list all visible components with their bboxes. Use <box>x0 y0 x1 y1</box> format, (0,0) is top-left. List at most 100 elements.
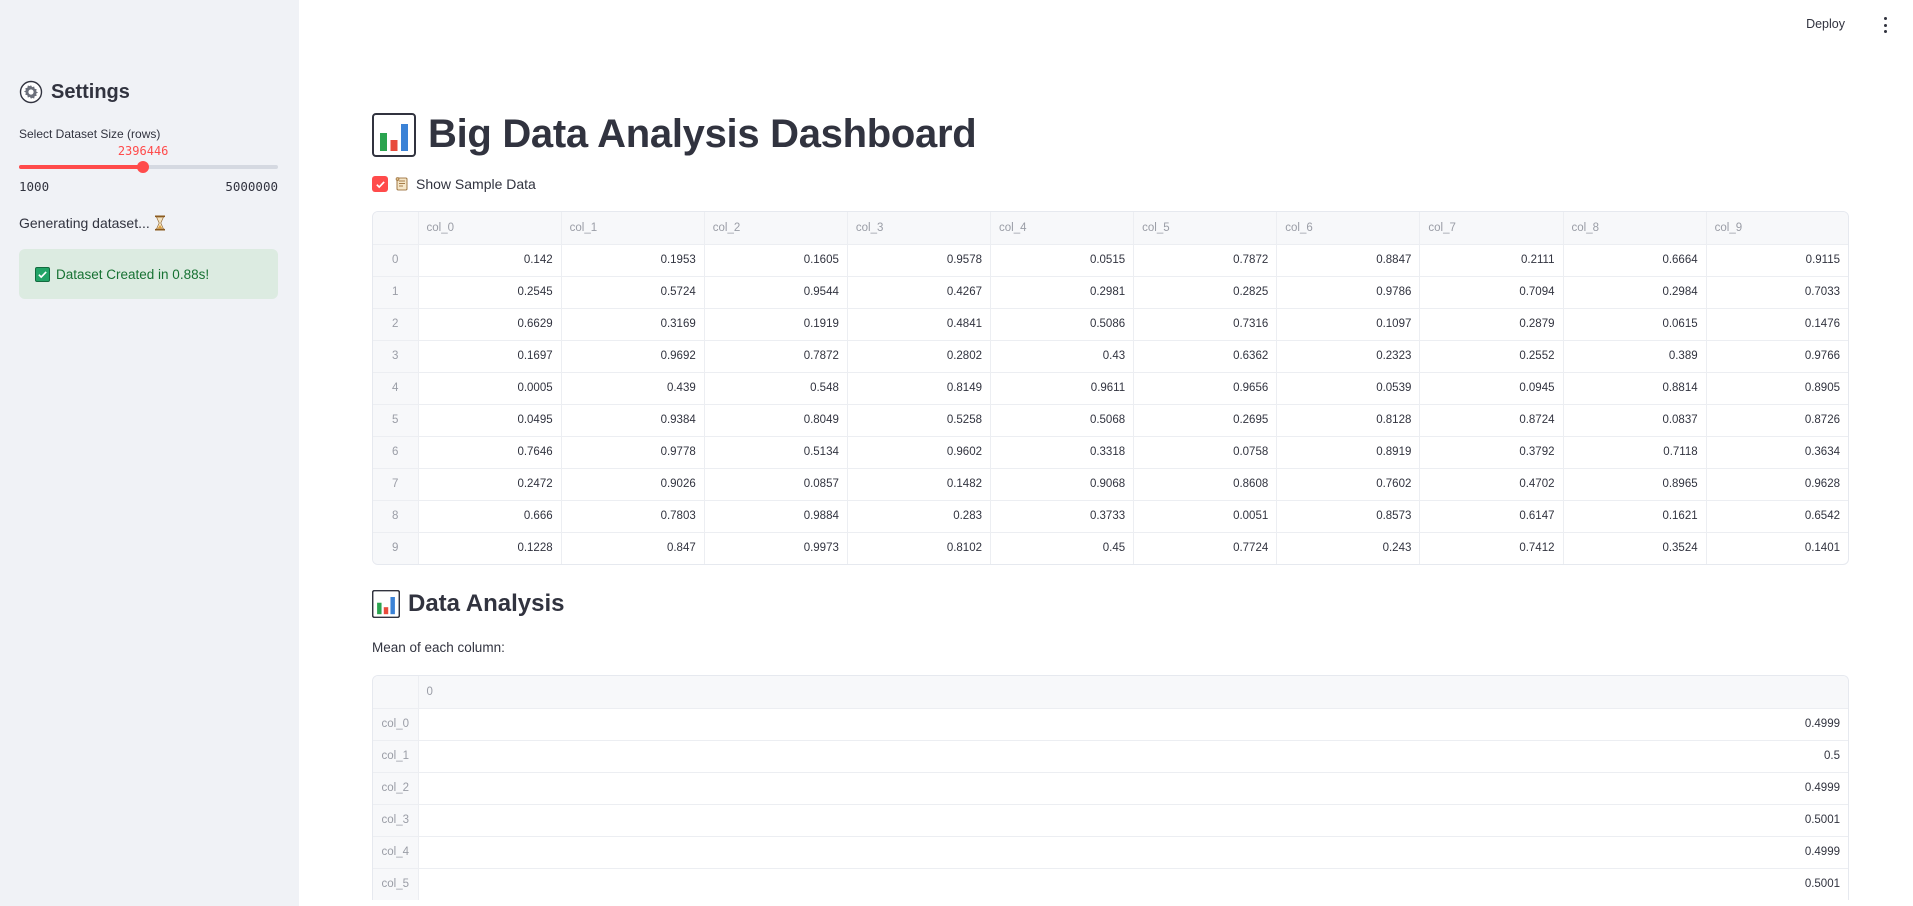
table-cell[interactable]: 0.45 <box>990 532 1135 564</box>
table-cell[interactable]: 0.8965 <box>1563 468 1707 501</box>
table-cell[interactable]: 0.283 <box>847 500 992 533</box>
table-cell[interactable]: 0.8149 <box>847 372 992 405</box>
table-cell[interactable]: 0.2984 <box>1563 276 1707 309</box>
table-cell[interactable]: 0.43 <box>990 340 1135 373</box>
show-sample-checkbox[interactable] <box>372 176 388 192</box>
table-cell[interactable]: 0.0615 <box>1563 308 1707 341</box>
table-cell[interactable]: 0.1482 <box>847 468 992 501</box>
table-cell[interactable]: 0.6629 <box>418 308 562 341</box>
table-cell[interactable]: 0.243 <box>1276 532 1421 564</box>
column-header[interactable]: col_8 <box>1563 212 1707 245</box>
table-cell[interactable]: 0.1097 <box>1276 308 1421 341</box>
table-cell[interactable]: 0.1401 <box>1706 532 1848 564</box>
table-cell[interactable]: 0.5258 <box>847 404 992 437</box>
table-cell[interactable]: 0.2552 <box>1419 340 1564 373</box>
table-cell[interactable]: 0.2472 <box>418 468 562 501</box>
table-cell[interactable]: 0.1919 <box>704 308 848 341</box>
table-cell[interactable]: 0.7412 <box>1419 532 1564 564</box>
table-cell[interactable]: 0.9628 <box>1706 468 1848 501</box>
table-cell[interactable]: 0.3524 <box>1563 532 1707 564</box>
column-header[interactable]: col_4 <box>990 212 1135 245</box>
table-cell[interactable]: 0.7094 <box>1419 276 1564 309</box>
table-cell[interactable]: 0.5086 <box>990 308 1135 341</box>
table-cell[interactable]: 0.1228 <box>418 532 562 564</box>
table-cell[interactable]: 0.548 <box>704 372 848 405</box>
table-cell[interactable]: 0.9544 <box>704 276 848 309</box>
table-cell[interactable]: 0.2879 <box>1419 308 1564 341</box>
table-cell[interactable]: 0.5724 <box>561 276 705 309</box>
deploy-button[interactable]: Deploy <box>1806 17 1845 31</box>
table-cell[interactable]: 0.0495 <box>418 404 562 437</box>
table-cell[interactable]: 0.1605 <box>704 244 848 277</box>
table-cell[interactable]: 0.5001 <box>418 868 1848 900</box>
column-header[interactable]: col_7 <box>1419 212 1564 245</box>
table-cell[interactable]: 0.2825 <box>1133 276 1278 309</box>
table-cell[interactable]: 0.8814 <box>1563 372 1707 405</box>
table-cell[interactable]: 0.8724 <box>1419 404 1564 437</box>
table-cell[interactable]: 0.1476 <box>1706 308 1848 341</box>
table-cell[interactable]: 0.9578 <box>847 244 992 277</box>
column-header[interactable]: col_0 <box>418 212 562 245</box>
table-cell[interactable]: 0.4999 <box>418 836 1848 869</box>
table-cell[interactable]: 0.5 <box>418 740 1848 773</box>
table-cell[interactable]: 0.7724 <box>1133 532 1278 564</box>
column-header[interactable]: col_3 <box>847 212 992 245</box>
table-cell[interactable]: 0.3169 <box>561 308 705 341</box>
table-cell[interactable]: 0.2695 <box>1133 404 1278 437</box>
table-cell[interactable]: 0.8128 <box>1276 404 1421 437</box>
table-cell[interactable]: 0.666 <box>418 500 562 533</box>
kebab-menu-icon[interactable] <box>1879 17 1891 33</box>
table-cell[interactable]: 0.439 <box>561 372 705 405</box>
table-cell[interactable]: 0.4841 <box>847 308 992 341</box>
table-cell[interactable]: 0.8726 <box>1706 404 1848 437</box>
table-cell[interactable]: 0.7646 <box>418 436 562 469</box>
table-cell[interactable]: 0.9692 <box>561 340 705 373</box>
table-cell[interactable]: 0.8905 <box>1706 372 1848 405</box>
table-cell[interactable]: 0.7316 <box>1133 308 1278 341</box>
table-cell[interactable]: 0.4999 <box>418 772 1848 805</box>
table-cell[interactable]: 0.8608 <box>1133 468 1278 501</box>
table-cell[interactable]: 0.1697 <box>418 340 562 373</box>
table-cell[interactable]: 0.9656 <box>1133 372 1278 405</box>
column-header[interactable]: col_6 <box>1276 212 1421 245</box>
table-cell[interactable]: 0.7872 <box>704 340 848 373</box>
table-cell[interactable]: 0.6147 <box>1419 500 1564 533</box>
table-cell[interactable]: 0.9115 <box>1706 244 1848 277</box>
table-cell[interactable]: 0.4267 <box>847 276 992 309</box>
table-cell[interactable]: 0.2323 <box>1276 340 1421 373</box>
table-cell[interactable]: 0.6542 <box>1706 500 1848 533</box>
table-cell[interactable]: 0.9766 <box>1706 340 1848 373</box>
table-cell[interactable]: 0.9384 <box>561 404 705 437</box>
table-cell[interactable]: 0.5001 <box>418 804 1848 837</box>
dataset-size-slider[interactable] <box>19 161 278 173</box>
table-cell[interactable]: 0.9068 <box>990 468 1135 501</box>
table-cell[interactable]: 0.8102 <box>847 532 992 564</box>
table-cell[interactable]: 0.3318 <box>990 436 1135 469</box>
table-cell[interactable]: 0.9884 <box>704 500 848 533</box>
table-cell[interactable]: 0.6664 <box>1563 244 1707 277</box>
table-cell[interactable]: 0.9611 <box>990 372 1135 405</box>
table-cell[interactable]: 0.8847 <box>1276 244 1421 277</box>
mean-table[interactable]: 0 col_0 0.4999 col_1 0.5 col_2 0.4999 col_3 0.5… <box>372 675 1849 900</box>
table-cell[interactable]: 0.4702 <box>1419 468 1564 501</box>
table-cell[interactable]: 0.1621 <box>1563 500 1707 533</box>
table-cell[interactable]: 0.7033 <box>1706 276 1848 309</box>
table-cell[interactable]: 0.0515 <box>990 244 1135 277</box>
table-cell[interactable]: 0.2981 <box>990 276 1135 309</box>
column-header[interactable]: col_1 <box>561 212 705 245</box>
table-cell[interactable]: 0.0539 <box>1276 372 1421 405</box>
table-cell[interactable]: 0.0857 <box>704 468 848 501</box>
column-header[interactable]: col_9 <box>1706 212 1848 245</box>
table-cell[interactable]: 0.8573 <box>1276 500 1421 533</box>
column-header[interactable]: col_2 <box>704 212 848 245</box>
table-cell[interactable]: 0.7602 <box>1276 468 1421 501</box>
column-header[interactable]: col_5 <box>1133 212 1278 245</box>
slider-thumb[interactable] <box>137 161 150 173</box>
table-cell[interactable]: 0.5134 <box>704 436 848 469</box>
table-cell[interactable]: 0.3733 <box>990 500 1135 533</box>
table-cell[interactable]: 0.3792 <box>1419 436 1564 469</box>
table-cell[interactable]: 0.0837 <box>1563 404 1707 437</box>
table-cell[interactable]: 0.1953 <box>561 244 705 277</box>
table-cell[interactable]: 0.9602 <box>847 436 992 469</box>
table-cell[interactable]: 0.0051 <box>1133 500 1278 533</box>
